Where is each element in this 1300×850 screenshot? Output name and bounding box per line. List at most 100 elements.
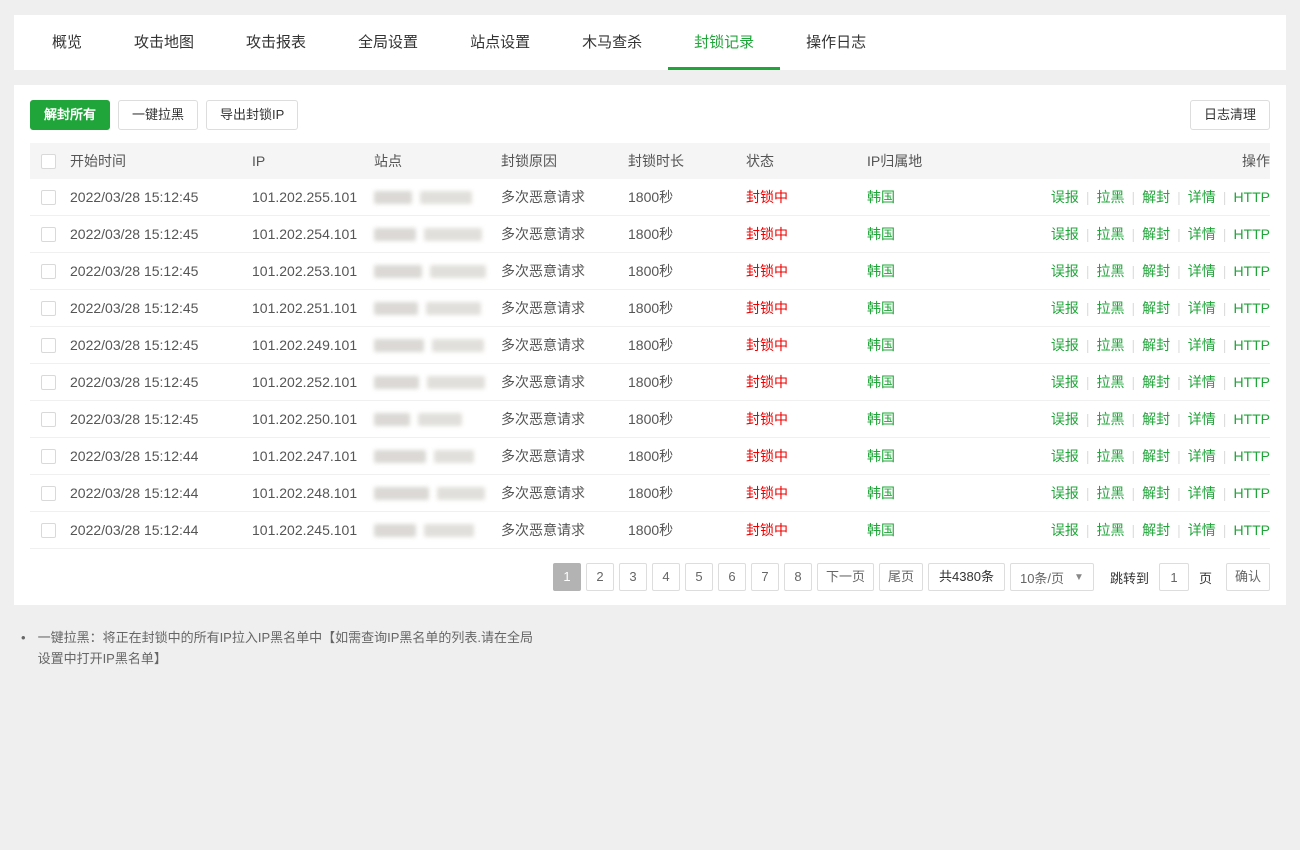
next-page-button[interactable]: 下一页 xyxy=(817,563,874,591)
action-link-0[interactable]: 误报 xyxy=(1051,374,1079,390)
tab-6[interactable]: 封锁记录 xyxy=(668,15,780,70)
page-button-6[interactable]: 6 xyxy=(718,563,746,591)
tab-2[interactable]: 攻击报表 xyxy=(220,15,332,70)
cell-site-masked xyxy=(374,487,501,500)
table-row: 2022/03/28 15:12:45101.202.251.101多次恶意请求… xyxy=(30,290,1270,327)
action-link-2[interactable]: 解封 xyxy=(1142,263,1170,279)
row-checkbox[interactable] xyxy=(41,301,56,316)
action-separator: | xyxy=(1223,337,1227,353)
action-link-0[interactable]: 误报 xyxy=(1051,448,1079,464)
page-button-4[interactable]: 4 xyxy=(652,563,680,591)
action-link-3[interactable]: 详情 xyxy=(1188,226,1216,242)
cell-site-masked xyxy=(374,413,501,426)
row-checkbox[interactable] xyxy=(41,227,56,242)
action-link-1[interactable]: 拉黑 xyxy=(1097,448,1125,464)
export-blocked-ip-button[interactable]: 导出封锁IP xyxy=(206,100,298,130)
row-checkbox[interactable] xyxy=(41,338,56,353)
action-link-3[interactable]: 详情 xyxy=(1188,263,1216,279)
action-link-0[interactable]: 误报 xyxy=(1051,300,1079,316)
action-link-1[interactable]: 拉黑 xyxy=(1097,300,1125,316)
tab-1[interactable]: 攻击地图 xyxy=(108,15,220,70)
per-page-select[interactable]: 10条/页 ▼ xyxy=(1010,563,1094,591)
masked-site-block xyxy=(426,302,481,315)
action-separator: | xyxy=(1132,337,1136,353)
action-link-1[interactable]: 拉黑 xyxy=(1097,263,1125,279)
action-link-0[interactable]: 误报 xyxy=(1051,226,1079,242)
action-link-4[interactable]: HTTP xyxy=(1233,411,1270,427)
action-link-2[interactable]: 解封 xyxy=(1142,374,1170,390)
action-link-3[interactable]: 详情 xyxy=(1188,189,1216,205)
action-link-0[interactable]: 误报 xyxy=(1051,189,1079,205)
log-clean-button[interactable]: 日志清理 xyxy=(1190,100,1270,130)
cell-start-time: 2022/03/28 15:12:45 xyxy=(70,374,252,390)
action-link-2[interactable]: 解封 xyxy=(1142,485,1170,501)
action-link-1[interactable]: 拉黑 xyxy=(1097,411,1125,427)
action-link-3[interactable]: 详情 xyxy=(1188,374,1216,390)
tab-0[interactable]: 概览 xyxy=(26,15,108,70)
action-link-1[interactable]: 拉黑 xyxy=(1097,189,1125,205)
row-checkbox[interactable] xyxy=(41,375,56,390)
action-link-3[interactable]: 详情 xyxy=(1188,485,1216,501)
action-link-1[interactable]: 拉黑 xyxy=(1097,226,1125,242)
unblock-all-button[interactable]: 解封所有 xyxy=(30,100,110,130)
tab-5[interactable]: 木马查杀 xyxy=(556,15,668,70)
action-link-3[interactable]: 详情 xyxy=(1188,448,1216,464)
action-link-2[interactable]: 解封 xyxy=(1142,522,1170,538)
tab-7[interactable]: 操作日志 xyxy=(780,15,892,70)
action-link-4[interactable]: HTTP xyxy=(1233,485,1270,501)
cell-block-duration: 1800秒 xyxy=(628,483,746,503)
action-separator: | xyxy=(1223,522,1227,538)
confirm-button[interactable]: 确认 xyxy=(1226,563,1270,591)
row-checkbox[interactable] xyxy=(41,486,56,501)
action-link-0[interactable]: 误报 xyxy=(1051,522,1079,538)
action-link-4[interactable]: HTTP xyxy=(1233,189,1270,205)
action-link-0[interactable]: 误报 xyxy=(1051,337,1079,353)
action-link-0[interactable]: 误报 xyxy=(1051,485,1079,501)
action-link-0[interactable]: 误报 xyxy=(1051,263,1079,279)
tab-4[interactable]: 站点设置 xyxy=(444,15,556,70)
select-all-checkbox[interactable] xyxy=(41,154,56,169)
row-checkbox[interactable] xyxy=(41,523,56,538)
action-link-4[interactable]: HTTP xyxy=(1233,263,1270,279)
row-checkbox[interactable] xyxy=(41,264,56,279)
blacklist-all-button[interactable]: 一键拉黑 xyxy=(118,100,198,130)
row-checkbox[interactable] xyxy=(41,190,56,205)
page-button-5[interactable]: 5 xyxy=(685,563,713,591)
action-link-2[interactable]: 解封 xyxy=(1142,337,1170,353)
action-link-2[interactable]: 解封 xyxy=(1142,189,1170,205)
action-link-2[interactable]: 解封 xyxy=(1142,448,1170,464)
action-separator: | xyxy=(1132,448,1136,464)
action-separator: | xyxy=(1086,448,1090,464)
action-link-4[interactable]: HTTP xyxy=(1233,337,1270,353)
action-link-1[interactable]: 拉黑 xyxy=(1097,374,1125,390)
tab-3[interactable]: 全局设置 xyxy=(332,15,444,70)
row-checkbox[interactable] xyxy=(41,412,56,427)
row-checkbox[interactable] xyxy=(41,449,56,464)
cell-status: 封锁中 xyxy=(746,224,867,244)
action-link-4[interactable]: HTTP xyxy=(1233,300,1270,316)
action-link-1[interactable]: 拉黑 xyxy=(1097,337,1125,353)
last-page-button[interactable]: 尾页 xyxy=(879,563,923,591)
action-link-4[interactable]: HTTP xyxy=(1233,226,1270,242)
action-link-2[interactable]: 解封 xyxy=(1142,226,1170,242)
action-link-4[interactable]: HTTP xyxy=(1233,374,1270,390)
page-button-2[interactable]: 2 xyxy=(586,563,614,591)
page-button-7[interactable]: 7 xyxy=(751,563,779,591)
action-link-3[interactable]: 详情 xyxy=(1188,300,1216,316)
action-link-3[interactable]: 详情 xyxy=(1188,411,1216,427)
page-button-1[interactable]: 1 xyxy=(553,563,581,591)
action-link-2[interactable]: 解封 xyxy=(1142,411,1170,427)
action-separator: | xyxy=(1132,411,1136,427)
page-button-3[interactable]: 3 xyxy=(619,563,647,591)
action-link-3[interactable]: 详情 xyxy=(1188,522,1216,538)
action-link-2[interactable]: 解封 xyxy=(1142,300,1170,316)
page-button-8[interactable]: 8 xyxy=(784,563,812,591)
jump-page-input[interactable] xyxy=(1159,563,1189,591)
action-link-1[interactable]: 拉黑 xyxy=(1097,522,1125,538)
action-link-4[interactable]: HTTP xyxy=(1233,448,1270,464)
masked-site-block xyxy=(427,376,485,389)
action-link-0[interactable]: 误报 xyxy=(1051,411,1079,427)
action-link-4[interactable]: HTTP xyxy=(1233,522,1270,538)
action-link-1[interactable]: 拉黑 xyxy=(1097,485,1125,501)
action-link-3[interactable]: 详情 xyxy=(1188,337,1216,353)
